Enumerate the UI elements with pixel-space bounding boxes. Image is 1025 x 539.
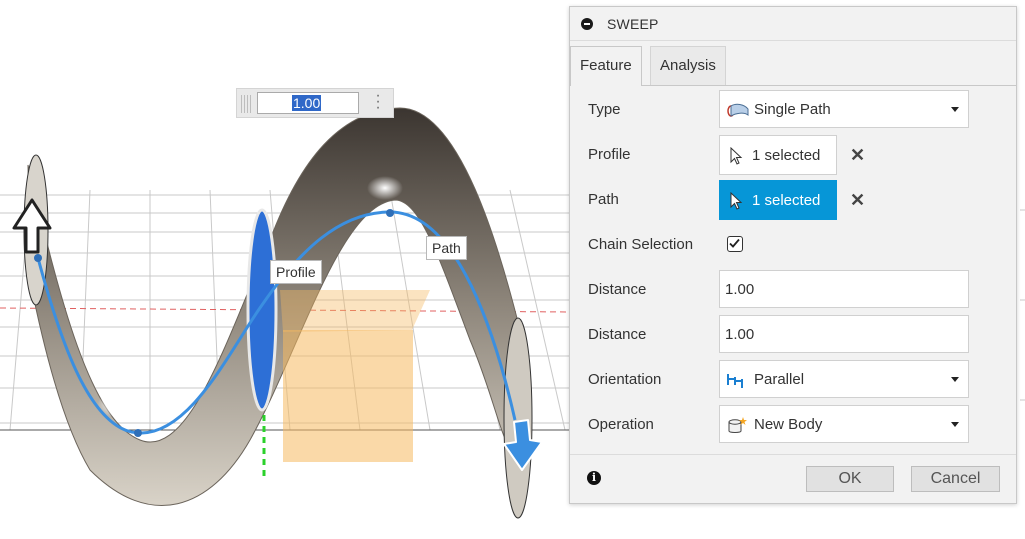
checkmark-icon — [729, 238, 740, 248]
more-options-icon[interactable]: · · · — [373, 88, 383, 116]
distance-input-value: 1.00 — [292, 95, 322, 111]
end-cap — [503, 317, 533, 519]
dialog-footer: i OK Cancel — [570, 454, 1016, 503]
dialog-title: SWEEP — [607, 16, 659, 32]
clear-profile-icon[interactable]: ✕ — [850, 145, 865, 166]
operation-value: New Body — [754, 416, 823, 433]
parallel-icon — [727, 374, 743, 388]
construction-plane — [280, 290, 430, 332]
distance-label: Distance — [588, 281, 647, 298]
path-point — [34, 254, 42, 262]
path-label: Path — [426, 236, 467, 260]
distance-label-2: Distance — [588, 326, 647, 343]
clear-path-icon[interactable]: ✕ — [850, 190, 865, 211]
new-body-icon — [728, 417, 747, 433]
distance-manipulator: 1.00 · · · — [236, 88, 394, 118]
profile-row: Profile 1 selected ✕ — [570, 135, 1016, 175]
profile-field-label: Profile — [588, 146, 631, 163]
profile-label: Profile — [270, 260, 322, 284]
collapse-icon[interactable] — [581, 18, 593, 30]
cursor-arrow-icon — [730, 192, 743, 210]
operation-dropdown[interactable]: New Body — [719, 405, 969, 443]
profile-select-button[interactable]: 1 selected — [719, 135, 837, 175]
operation-row: Operation New Body — [570, 405, 1016, 445]
dialog-title-bar[interactable]: SWEEP — [570, 7, 1016, 41]
cursor-arrow-icon — [730, 147, 743, 165]
chain-selection-label: Chain Selection — [588, 236, 694, 253]
chevron-down-icon — [951, 377, 959, 382]
chain-selection-row: Chain Selection — [570, 225, 1016, 265]
ok-button[interactable]: OK — [806, 466, 894, 492]
dialog-tabs: Feature Analysis — [570, 46, 1016, 86]
type-value: Single Path — [754, 101, 831, 118]
info-icon[interactable]: i — [587, 471, 601, 485]
distance-input[interactable]: 1.00 — [257, 92, 359, 114]
sweep-type-icon — [727, 103, 749, 117]
orientation-label: Orientation — [588, 371, 662, 388]
distance-row-2: Distance 1.00 — [570, 315, 1016, 355]
highlight-spot — [367, 176, 403, 200]
orientation-value: Parallel — [754, 371, 805, 388]
path-point — [134, 429, 142, 437]
distance-value-2: 1.00 — [725, 326, 755, 343]
tab-analysis[interactable]: Analysis — [650, 46, 726, 85]
profile-value: 1 selected — [752, 147, 821, 164]
tab-feature[interactable]: Feature — [570, 46, 642, 86]
operation-label: Operation — [588, 416, 654, 433]
cancel-button[interactable]: Cancel — [911, 466, 1000, 492]
sweep-dialog: SWEEP Feature Analysis Type Single Path … — [569, 6, 1017, 504]
drag-grip-icon[interactable] — [241, 95, 251, 113]
orientation-row: Orientation Parallel — [570, 360, 1016, 400]
profile-ellipse — [246, 208, 278, 412]
distance-value: 1.00 — [725, 281, 755, 298]
type-dropdown[interactable]: Single Path — [719, 90, 969, 128]
feature-panel: Type Single Path Profile 1 selected ✕ Pa… — [570, 86, 1016, 454]
construction-plane — [283, 330, 413, 462]
path-field-label: Path — [588, 191, 619, 208]
chevron-down-icon — [951, 107, 959, 112]
path-select-button[interactable]: 1 selected — [719, 180, 837, 220]
type-label: Type — [588, 101, 621, 118]
path-row: Path 1 selected ✕ — [570, 180, 1016, 220]
chain-selection-checkbox[interactable] — [727, 236, 743, 252]
distance-row: Distance 1.00 — [570, 270, 1016, 310]
path-point — [386, 209, 394, 217]
distance-input-field[interactable]: 1.00 — [719, 270, 969, 308]
path-value: 1 selected — [752, 192, 821, 209]
type-row: Type Single Path — [570, 90, 1016, 130]
distance-input-field-2[interactable]: 1.00 — [719, 315, 969, 353]
chevron-down-icon — [951, 422, 959, 427]
orientation-dropdown[interactable]: Parallel — [719, 360, 969, 398]
